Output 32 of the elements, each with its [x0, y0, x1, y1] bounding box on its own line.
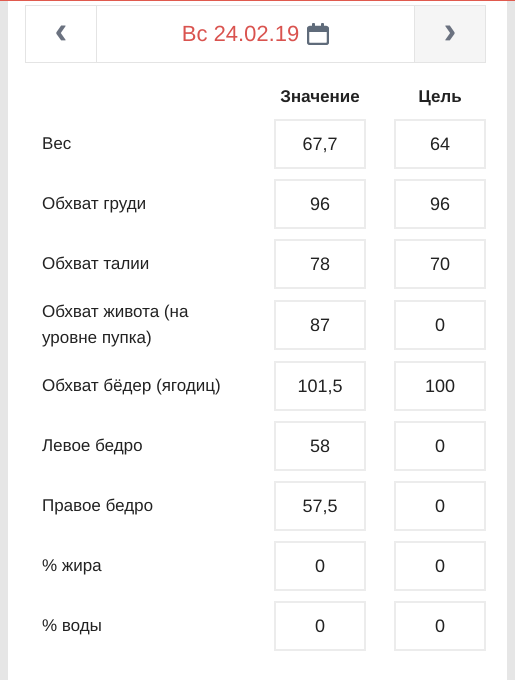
goal-field[interactable]: 100 — [394, 361, 486, 411]
measurement-label: Обхват талии — [42, 253, 150, 275]
goal-field[interactable]: 0 — [394, 541, 486, 591]
date-picker-button[interactable]: Вс 24.02.19 — [96, 6, 415, 62]
calendar-icon — [307, 23, 330, 45]
measurement-label: Обхват бёдер (ягодиц) — [42, 375, 222, 397]
value-field[interactable]: 101,5 — [274, 361, 366, 411]
next-day-button[interactable]: › — [415, 6, 485, 62]
goal-field[interactable]: 70 — [394, 239, 486, 289]
measurement-label: Левое бедро — [42, 435, 144, 457]
goal-field[interactable]: 0 — [394, 421, 486, 471]
measurement-label: Правое бедро — [42, 495, 154, 517]
goal-field[interactable]: 96 — [394, 179, 486, 229]
measurement-label: % воды — [42, 615, 103, 637]
value-field[interactable]: 96 — [274, 179, 366, 229]
column-header: Значение — [279, 87, 361, 107]
value-field[interactable]: 0 — [274, 601, 366, 651]
value-field[interactable]: 57,5 — [274, 481, 366, 531]
value-field[interactable]: 58 — [274, 421, 366, 471]
column-header: Цель — [417, 87, 463, 107]
value-field[interactable]: 78 — [274, 239, 366, 289]
goal-field[interactable]: 0 — [394, 481, 486, 531]
measurement-label: Вес — [42, 133, 72, 155]
value-field[interactable]: 87 — [274, 300, 366, 350]
measurement-label: Обхват груди — [42, 193, 148, 215]
measurement-label: % жира — [42, 555, 103, 577]
value-field[interactable]: 67,7 — [274, 119, 366, 169]
goal-field[interactable]: 0 — [394, 601, 486, 651]
measurement-label: Обхват живота (на уровне пупка) — [42, 301, 190, 349]
value-field[interactable]: 0 — [274, 541, 366, 591]
goal-field[interactable]: 64 — [394, 119, 486, 169]
goal-field[interactable]: 0 — [394, 300, 486, 350]
